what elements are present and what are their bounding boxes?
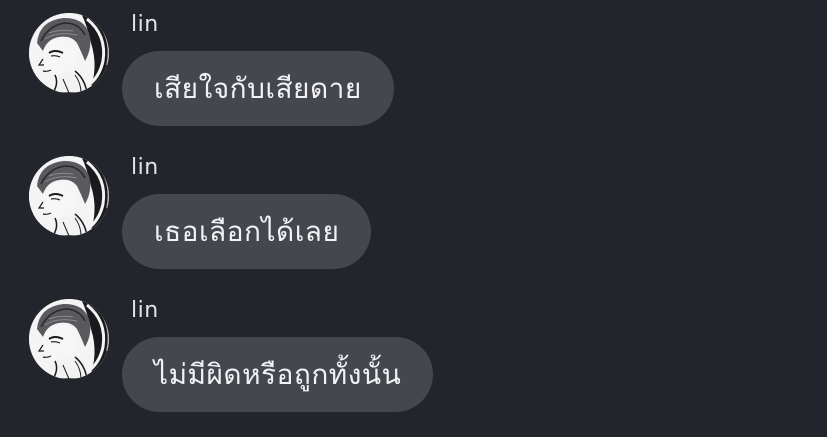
- avatar-icon[interactable]: [29, 156, 109, 236]
- chat-thread: lin เสียใจกับเสียดาย lin เธอเลือกได้เลย …: [0, 0, 827, 437]
- message-row: lin เสียใจกับเสียดาย: [0, 10, 827, 140]
- message-row: lin ไม่มีผิดหรือถูกทั้งนั้น: [0, 296, 827, 426]
- message-text: เธอเลือกได้เลย: [154, 214, 340, 248]
- sender-name[interactable]: lin: [131, 298, 159, 324]
- message-text: ไม่มีผิดหรือถูกทั้งนั้น: [154, 357, 402, 391]
- message-bubble[interactable]: เสียใจกับเสียดาย: [122, 51, 394, 126]
- sender-name[interactable]: lin: [131, 12, 159, 38]
- avatar-icon[interactable]: [29, 299, 109, 379]
- sender-name[interactable]: lin: [131, 155, 159, 181]
- message-row: lin เธอเลือกได้เลย: [0, 153, 827, 283]
- message-text: เสียใจกับเสียดาย: [154, 71, 362, 105]
- avatar-icon[interactable]: [29, 13, 109, 93]
- message-bubble[interactable]: เธอเลือกได้เลย: [122, 194, 372, 269]
- message-bubble[interactable]: ไม่มีผิดหรือถูกทั้งนั้น: [122, 337, 434, 412]
